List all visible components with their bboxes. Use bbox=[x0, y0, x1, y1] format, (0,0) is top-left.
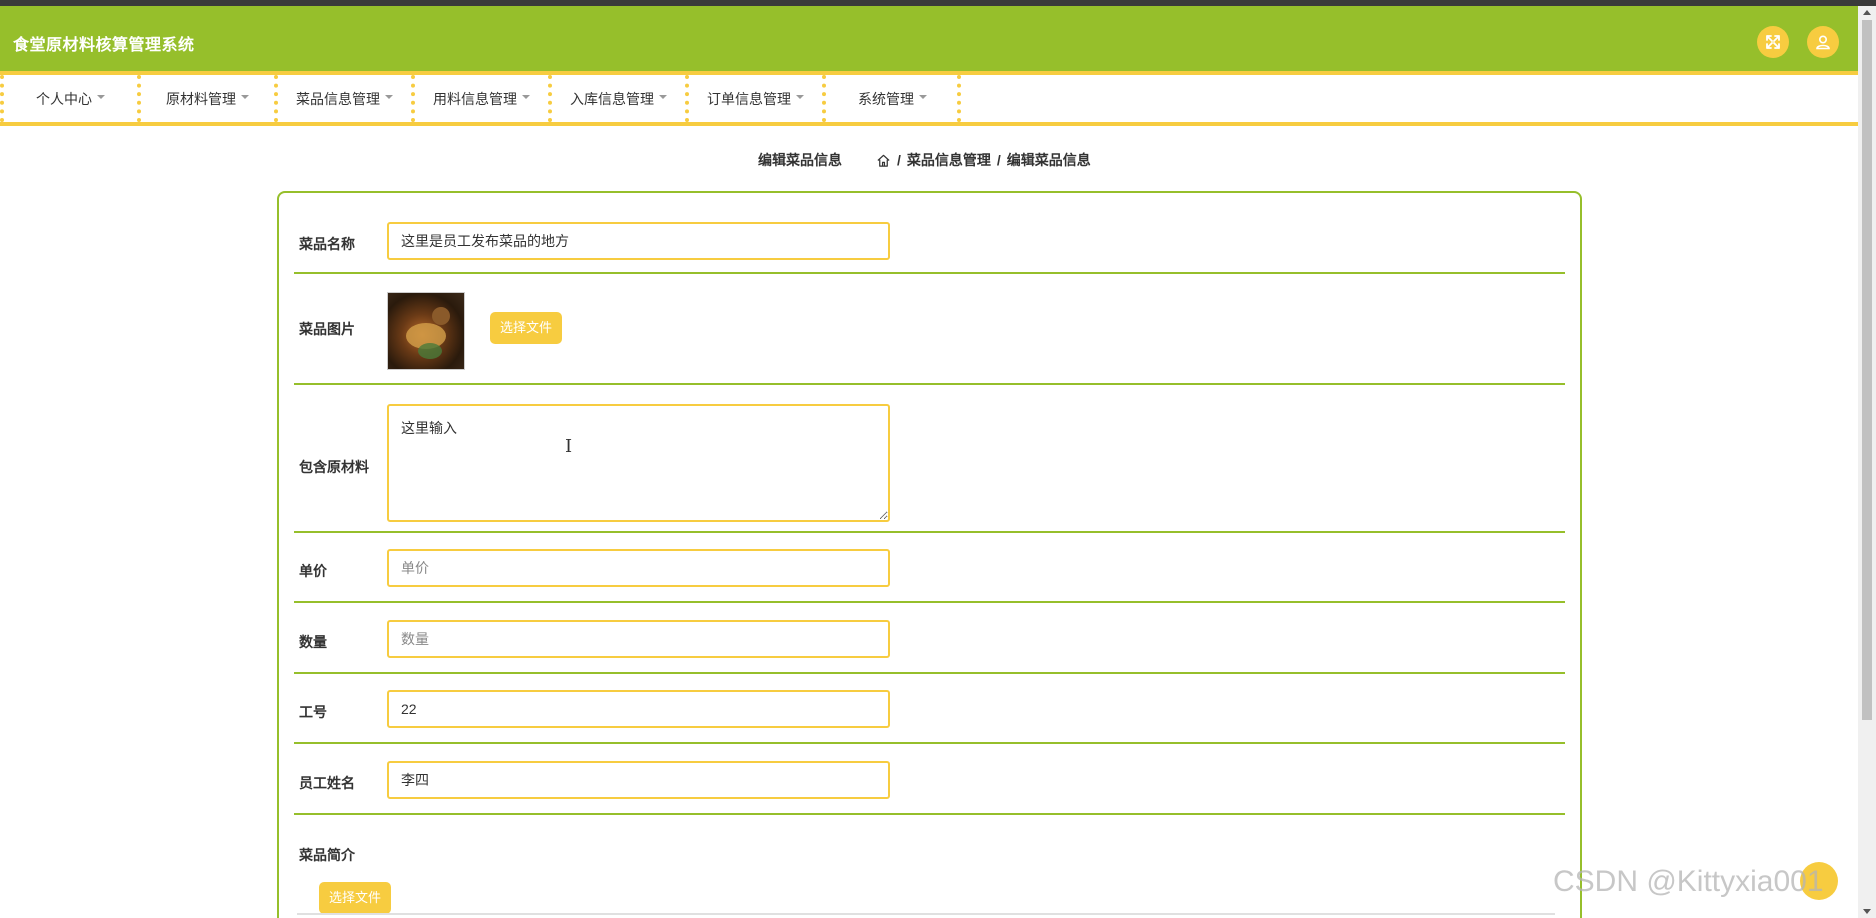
staff-name-input[interactable] bbox=[387, 761, 890, 799]
scroll-up-arrow-icon[interactable] bbox=[1863, 10, 1871, 15]
nav-item-system[interactable]: 系统管理 bbox=[822, 75, 959, 122]
nav-item-label: 入库信息管理 bbox=[570, 90, 654, 107]
scrollbar-thumb[interactable] bbox=[1862, 20, 1872, 720]
materials-textarea[interactable]: 这里输入 bbox=[387, 404, 890, 522]
nav-item-label: 菜品信息管理 bbox=[296, 90, 380, 107]
form-row-image: 菜品图片 选择文件 bbox=[294, 274, 1565, 385]
form-row-staff-no: 工号 bbox=[294, 674, 1565, 744]
watermark: CSDN @Kittyxia001 bbox=[1553, 865, 1824, 898]
dish-name-label: 菜品名称 bbox=[299, 236, 355, 252]
dish-image-label: 菜品图片 bbox=[299, 321, 355, 337]
caret-down-icon bbox=[385, 94, 393, 99]
caret-down-icon bbox=[97, 94, 105, 99]
user-icon bbox=[1816, 35, 1830, 50]
scroll-down-arrow-icon[interactable] bbox=[1863, 909, 1871, 914]
nav-item-materials[interactable]: 原材料管理 bbox=[137, 75, 274, 122]
form-row-staff-name: 员工姓名 bbox=[294, 744, 1565, 815]
materials-label: 包含原材料 bbox=[299, 459, 369, 475]
caret-down-icon bbox=[796, 94, 804, 99]
vertical-scrollbar[interactable] bbox=[1858, 6, 1876, 918]
caret-down-icon bbox=[522, 94, 530, 99]
staff-no-input[interactable] bbox=[387, 690, 890, 728]
nav-item-label: 原材料管理 bbox=[166, 90, 236, 107]
page-header: 编辑菜品信息 / 菜品信息管理 / 编辑菜品信息 bbox=[0, 150, 1858, 170]
price-label: 单价 bbox=[299, 563, 327, 579]
nav-item-usage[interactable]: 用料信息管理 bbox=[411, 75, 548, 122]
form-row-materials: 包含原材料 这里输入 bbox=[294, 385, 1565, 533]
nav-item-stock-in[interactable]: 入库信息管理 bbox=[548, 75, 685, 122]
form-row-price: 单价 bbox=[294, 533, 1565, 603]
caret-down-icon bbox=[659, 94, 667, 99]
form-row-quantity: 数量 bbox=[294, 603, 1565, 674]
expand-icon bbox=[1766, 35, 1780, 49]
page-title: 编辑菜品信息 bbox=[758, 152, 842, 168]
app-title: 食堂原材料核算管理系统 bbox=[13, 37, 195, 54]
breadcrumb-separator: / bbox=[996, 152, 1001, 168]
caret-down-icon bbox=[241, 94, 249, 99]
quantity-input[interactable] bbox=[387, 620, 890, 658]
dish-intro-label: 菜品简介 bbox=[299, 847, 355, 863]
choose-image-button[interactable]: 选择文件 bbox=[490, 312, 563, 344]
nav-item-label: 订单信息管理 bbox=[707, 90, 791, 107]
dish-name-input[interactable] bbox=[387, 222, 890, 260]
breadcrumb-separator: / bbox=[897, 152, 901, 168]
dish-image-thumbnail bbox=[387, 292, 465, 370]
nav-item-label: 个人中心 bbox=[36, 90, 92, 107]
nav-divider bbox=[957, 75, 961, 122]
form-row-name: 菜品名称 bbox=[294, 193, 1565, 274]
nav-item-label: 用料信息管理 bbox=[433, 90, 517, 107]
staff-no-label: 工号 bbox=[299, 704, 327, 720]
quantity-label: 数量 bbox=[299, 634, 327, 650]
breadcrumb-dish-management[interactable]: 菜品信息管理 bbox=[907, 150, 991, 170]
text-cursor-icon: I bbox=[565, 436, 573, 457]
home-icon[interactable] bbox=[876, 153, 891, 168]
edit-dish-form: 菜品名称 菜品图片 选择文件 包含原材料 这里输入 单价 数量 工号 员工姓名 … bbox=[277, 191, 1582, 918]
price-input[interactable] bbox=[387, 549, 890, 587]
editor-toolbar-edge bbox=[297, 913, 1555, 915]
fullscreen-button[interactable] bbox=[1757, 26, 1789, 58]
breadcrumb-current: 编辑菜品信息 bbox=[1006, 152, 1091, 168]
nav-item-orders[interactable]: 订单信息管理 bbox=[685, 75, 822, 122]
caret-down-icon bbox=[919, 94, 927, 99]
nav-item-label: 系统管理 bbox=[858, 90, 914, 107]
staff-name-label: 员工姓名 bbox=[299, 775, 355, 791]
app-header: 食堂原材料核算管理系统 bbox=[0, 6, 1858, 71]
breadcrumb: / 菜品信息管理 / 编辑菜品信息 bbox=[876, 150, 1091, 170]
intro-upload-button[interactable]: 选择文件 bbox=[319, 882, 392, 914]
user-button[interactable] bbox=[1807, 26, 1839, 58]
nav-item-personal[interactable]: 个人中心 bbox=[0, 75, 137, 122]
top-nav: 个人中心 原材料管理 菜品信息管理 用料信息管理 入库信息管理 订单信息管理 系… bbox=[0, 71, 1858, 126]
nav-item-dishes[interactable]: 菜品信息管理 bbox=[274, 75, 411, 122]
